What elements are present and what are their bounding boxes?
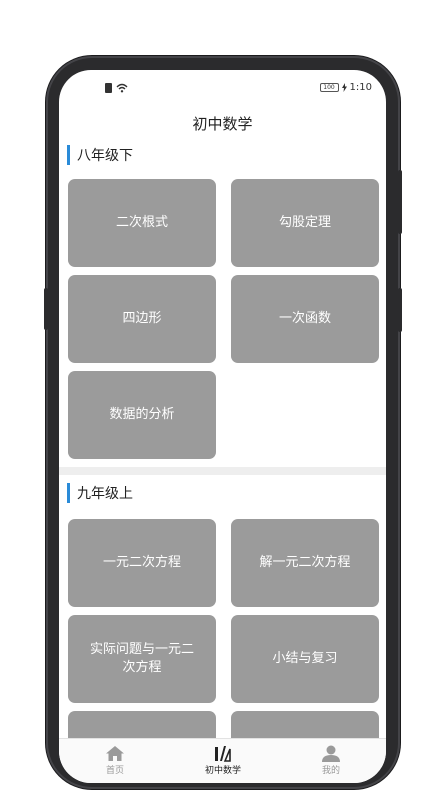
app-screen: 100 1:10 初中数学 八年级下 二次根式 勾股定理 四边形 一次函数 数据… bbox=[59, 70, 386, 783]
chapter-card[interactable]: 解一元二次方程 bbox=[231, 519, 379, 607]
chapter-label: 二次根式 bbox=[115, 215, 168, 230]
section-accent-bar bbox=[67, 145, 70, 165]
chapter-card[interactable]: 二次根式 bbox=[68, 179, 216, 267]
chapter-card[interactable]: 四边形 bbox=[68, 275, 216, 363]
section-title: 九年级上 bbox=[77, 486, 133, 502]
chapter-card[interactable]: 小结与复习 bbox=[231, 615, 379, 703]
chapter-card[interactable] bbox=[68, 711, 216, 738]
chapter-card[interactable]: 一次函数 bbox=[231, 275, 379, 363]
sim-icon bbox=[105, 83, 112, 93]
home-icon bbox=[106, 746, 124, 761]
tab-home[interactable]: 首页 bbox=[75, 745, 155, 776]
header: 初中数学 bbox=[59, 106, 386, 142]
chapter-label: 实际问题与一元二次方程 bbox=[90, 642, 195, 675]
side-button bbox=[398, 170, 402, 234]
tab-label: 首页 bbox=[105, 766, 124, 776]
chapter-list[interactable]: 八年级下 二次根式 勾股定理 四边形 一次函数 数据的分析 九年级上 一元二次方… bbox=[59, 142, 386, 738]
battery-icon: 100 bbox=[319, 83, 339, 92]
tab-label: 初中数学 bbox=[204, 766, 241, 776]
section-accent-bar bbox=[67, 483, 70, 503]
clock: 1:10 bbox=[349, 82, 372, 93]
chapter-card[interactable]: 一元二次方程 bbox=[68, 519, 216, 607]
section-title: 八年级下 bbox=[77, 148, 133, 164]
chapter-label: 一次函数 bbox=[278, 311, 331, 326]
section-divider bbox=[59, 467, 386, 475]
status-bar: 100 1:10 bbox=[59, 70, 386, 106]
power-button bbox=[398, 288, 402, 332]
bottom-tab-bar: 首页 初中数学 我的 bbox=[59, 738, 386, 783]
page-title: 初中数学 bbox=[192, 115, 253, 133]
section-header: 八年级下 bbox=[67, 144, 133, 166]
chapter-label: 一元二次方程 bbox=[102, 555, 181, 570]
tab-profile[interactable]: 我的 bbox=[291, 745, 371, 776]
wifi-icon bbox=[116, 83, 128, 93]
charging-icon bbox=[341, 83, 347, 92]
user-icon bbox=[322, 745, 340, 762]
chapter-label: 数据的分析 bbox=[109, 407, 175, 422]
chapter-card[interactable] bbox=[231, 711, 379, 738]
math-tools-icon bbox=[215, 746, 231, 762]
tab-label: 我的 bbox=[321, 766, 340, 776]
chapter-label: 勾股定理 bbox=[278, 215, 331, 230]
chapter-card[interactable]: 实际问题与一元二次方程 bbox=[68, 615, 216, 703]
chapter-card[interactable]: 数据的分析 bbox=[68, 371, 216, 459]
chapter-card[interactable]: 勾股定理 bbox=[231, 179, 379, 267]
volume-button bbox=[44, 288, 48, 330]
section-header: 九年级上 bbox=[67, 482, 133, 504]
chapter-label: 小结与复习 bbox=[272, 651, 338, 666]
chapter-label: 四边形 bbox=[122, 311, 162, 326]
tab-math[interactable]: 初中数学 bbox=[183, 745, 263, 776]
chapter-label: 解一元二次方程 bbox=[259, 555, 351, 570]
